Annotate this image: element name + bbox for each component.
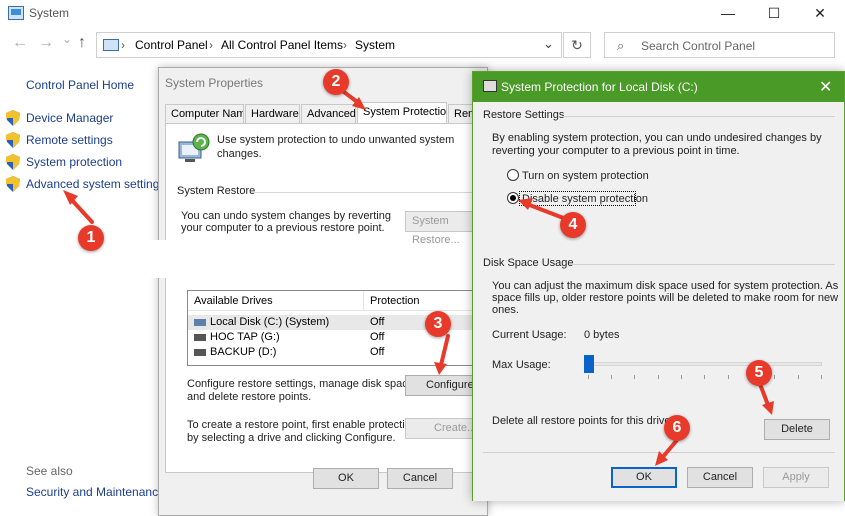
- callout-badge: 2: [323, 69, 349, 95]
- callout-badge: 4: [560, 212, 586, 238]
- callout-badge: 6: [664, 415, 690, 441]
- callout-badge: 1: [78, 225, 104, 251]
- arrow-1: [68, 196, 94, 224]
- callout-badge: 5: [746, 360, 772, 386]
- arrow-5: [758, 382, 770, 407]
- arrow-3: [439, 334, 450, 367]
- arrow-4: [525, 202, 568, 221]
- arrow-6: [660, 438, 679, 460]
- annotation-arrows: [63, 90, 774, 466]
- callout-badge: 3: [425, 311, 451, 337]
